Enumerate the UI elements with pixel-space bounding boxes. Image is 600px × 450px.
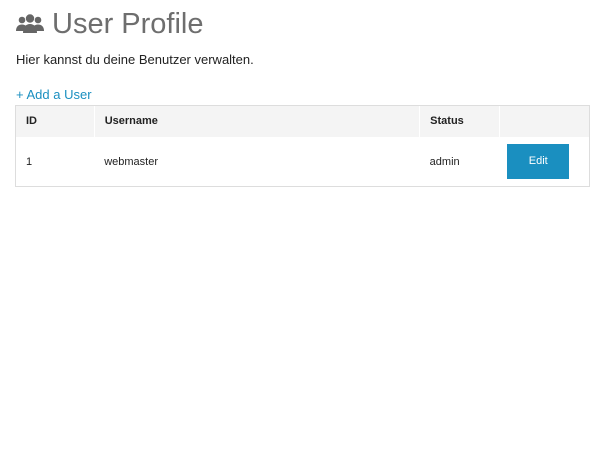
users-table-container: ID Username Status 1 webmaster admin Edi… (15, 105, 590, 187)
table-row: 1 webmaster admin Edit (16, 137, 589, 186)
column-header-username: Username (93, 106, 420, 138)
page-header: User Profile (15, 6, 204, 42)
cell-id: 1 (26, 155, 33, 168)
cell-action: Edit (499, 137, 589, 186)
page-title: User Profile (52, 8, 204, 40)
cell-status: admin (429, 155, 460, 168)
table-body: 1 webmaster admin Edit (16, 137, 589, 186)
column-header-status: Status (419, 106, 500, 138)
cell-username: webmaster (104, 155, 158, 168)
user-profile-page: User Profile Hier kannst du deine Benutz… (0, 0, 600, 450)
column-header-id: ID (16, 106, 95, 138)
edit-button[interactable]: Edit (507, 144, 570, 180)
table-header: ID Username Status (16, 106, 589, 138)
page-description: Hier kannst du deine Benutzer verwalten. (16, 52, 254, 67)
users-icon (15, 12, 45, 36)
table-header-row: ID Username Status (16, 106, 589, 138)
add-user-link[interactable]: + Add a User (16, 87, 92, 103)
users-table: ID Username Status 1 webmaster admin Edi… (16, 106, 589, 186)
column-header-actions (498, 106, 589, 138)
